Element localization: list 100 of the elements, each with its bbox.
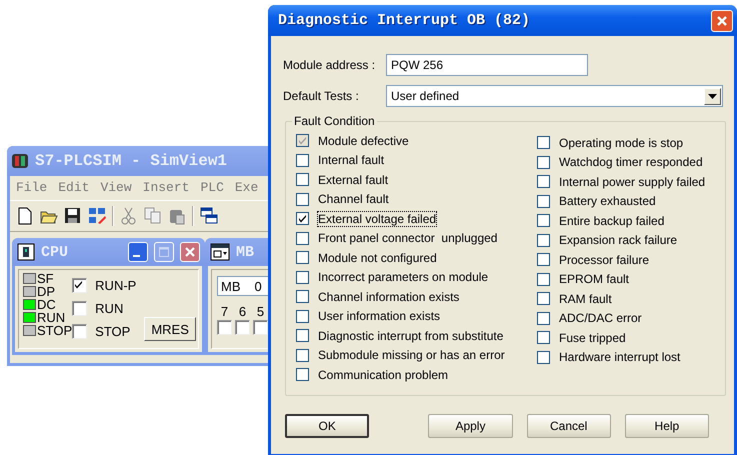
checkbox[interactable] <box>537 312 550 325</box>
checkbox[interactable] <box>537 194 550 208</box>
lamp-label: RUN <box>37 311 66 324</box>
checkbox[interactable] <box>537 292 550 306</box>
fault-option-label: Fuse tripped <box>559 330 626 345</box>
group-title: Fault Condition <box>293 114 376 128</box>
bit-number: 5 <box>256 304 264 319</box>
fault-option-label: Diagnostic interrupt from substitute <box>318 328 504 343</box>
fault-option-label: Incorrect parameters on module <box>318 270 488 284</box>
fault-option-label: Operating mode is stop <box>559 136 684 150</box>
menu-item[interactable]: Insert <box>142 180 190 196</box>
bit-number: 7 <box>220 304 228 319</box>
checkbox[interactable] <box>296 290 309 304</box>
checkbox[interactable] <box>72 278 88 292</box>
clipboard-icon[interactable] <box>168 207 186 225</box>
bit-number: 6 <box>238 304 246 319</box>
checkbox[interactable] <box>537 253 550 266</box>
bit-checkbox[interactable] <box>253 320 268 335</box>
fault-option-label: Internal fault <box>318 153 384 168</box>
bit-checkbox[interactable] <box>235 320 250 335</box>
checkbox[interactable] <box>296 192 309 206</box>
window-title: S7-PLCSIM - SimView1 <box>35 152 228 170</box>
checkbox[interactable] <box>537 136 550 150</box>
bit-checkbox[interactable] <box>217 320 232 335</box>
checkbox[interactable] <box>537 156 550 169</box>
windows-icon[interactable] <box>200 207 218 225</box>
fault-option-label: RAM fault <box>559 292 612 306</box>
checkbox[interactable] <box>537 350 550 364</box>
cpu-icon <box>17 243 35 261</box>
scissors-icon[interactable] <box>120 207 138 225</box>
checkbox[interactable] <box>537 234 550 247</box>
mres-button[interactable]: MRES <box>144 317 196 341</box>
fault-option-label: Hardware interrupt lost <box>559 350 680 364</box>
panel-title: CPU <box>41 244 68 260</box>
checkbox[interactable] <box>296 368 309 382</box>
new-document-icon[interactable] <box>16 207 34 225</box>
lamp-label: SF <box>37 272 54 285</box>
checkbox[interactable] <box>537 214 550 228</box>
panel-title: MB <box>236 244 254 260</box>
dialog-title: Diagnostic Interrupt OB (82) <box>278 12 532 29</box>
fault-option-label: Channel fault <box>318 192 389 206</box>
checkbox[interactable] <box>296 173 309 186</box>
fault-option-label: ADC/DAC error <box>559 311 642 326</box>
fault-option-label: EPROM fault <box>559 272 630 286</box>
dialog-button[interactable]: Apply <box>428 414 513 438</box>
memory-icon <box>210 243 230 261</box>
fault-option-label: Channel information exists <box>318 290 460 304</box>
checkbox[interactable] <box>296 232 309 245</box>
fault-option-label: Watchdog timer responded <box>559 155 703 170</box>
tests-dropdown[interactable]: User defined <box>386 85 723 107</box>
checkbox[interactable] <box>296 212 309 226</box>
fault-option-label: Module not configured <box>318 250 437 265</box>
checkbox[interactable] <box>296 251 309 264</box>
checkbox[interactable] <box>296 154 309 167</box>
menu-item[interactable]: File <box>16 180 48 196</box>
lamp-label: STOP <box>37 324 72 337</box>
fault-option-label: User information exists <box>318 309 440 324</box>
mode-label: STOP <box>95 324 130 338</box>
minimize-button[interactable] <box>128 242 148 262</box>
fault-option-label: Internal power supply failed <box>559 174 706 189</box>
mode-label: RUN <box>95 300 124 316</box>
fault-option-label: Expansion rack failure <box>559 233 678 248</box>
plc-icon <box>11 153 29 169</box>
fault-option-label: Module defective <box>318 134 409 148</box>
dialog-button[interactable]: Cancel <box>526 414 611 438</box>
menu-item[interactable]: Edit <box>58 180 90 196</box>
minimize-icon <box>133 255 140 257</box>
save-icon[interactable] <box>64 207 82 225</box>
checkbox[interactable] <box>537 175 550 188</box>
mode-label: RUN-P <box>95 278 136 292</box>
menu-item[interactable]: Exe <box>234 180 258 196</box>
menu-item[interactable]: PLC <box>200 180 224 196</box>
fault-option-label: Processor failure <box>559 252 650 267</box>
lamp-label: DP <box>37 285 56 298</box>
fault-option-label: Front panel connector unplugged <box>318 231 498 246</box>
fault-option-label: External fault <box>318 172 388 187</box>
field-label: Default Tests : <box>283 89 360 103</box>
checkbox[interactable] <box>296 270 309 284</box>
fault-option-label: External voltage failed <box>318 212 436 226</box>
menu-item[interactable]: View <box>100 180 132 196</box>
checkbox[interactable] <box>296 348 309 362</box>
dialog-button[interactable]: OK <box>285 414 370 438</box>
checkbox[interactable] <box>296 329 309 342</box>
fault-option-label: Submodule missing or has an error <box>318 348 505 362</box>
checkbox[interactable] <box>296 310 309 323</box>
checkbox[interactable] <box>537 272 550 286</box>
field-label: Module address : <box>283 58 376 72</box>
fault-option-label: Entire backup failed <box>559 214 664 228</box>
checkbox[interactable] <box>72 300 88 316</box>
dialog-button[interactable]: Help <box>624 414 709 438</box>
lamp-label: DC <box>37 298 56 311</box>
address-field[interactable]: PQW 256 <box>386 54 588 76</box>
close-button[interactable] <box>711 10 733 32</box>
maximize-icon <box>158 246 170 258</box>
checkbox[interactable] <box>537 331 550 344</box>
checkbox[interactable] <box>72 324 88 338</box>
network-icon[interactable] <box>88 207 106 225</box>
close-button[interactable] <box>180 242 200 262</box>
fault-option-label: Battery exhausted <box>559 194 656 208</box>
close-icon <box>184 246 196 258</box>
